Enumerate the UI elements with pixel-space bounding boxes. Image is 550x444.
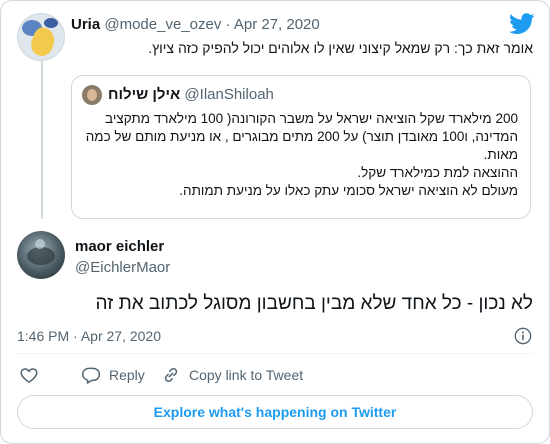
separator: ·: [73, 328, 78, 344]
reply-icon: [81, 367, 101, 385]
avatar[interactable]: [17, 231, 65, 279]
quoted-tweet[interactable]: אילן שילוח @IlanShiloah 200 מילארד שקל ה…: [71, 75, 531, 219]
quoted-line: ההוצאה למת כמילארד שקל.: [357, 165, 518, 180]
main-tweet-header: maor eichler @EichlerMaor: [17, 231, 533, 281]
quoted-line: מעולם לא הוציאה ישראל סכומי עתק כאלו על …: [179, 183, 518, 198]
main-tweet-text: לא נכון - כל אחד שלא מבין בחשבון מסוגל ל…: [95, 293, 533, 314]
author-handle[interactable]: @mode_ve_ozev: [104, 16, 221, 33]
link-icon: [164, 367, 178, 383]
copy-link-label[interactable]: Copy link to Tweet: [189, 367, 303, 383]
like-button[interactable]: [19, 365, 39, 385]
quoted-tweet-text: 200 מילארד שקל הוציאה ישראל על משבר הקור…: [84, 110, 518, 200]
tweet-date[interactable]: Apr 27, 2020: [234, 16, 320, 33]
tweet-embed-card: Uria @mode_ve_ozev · Apr 27, 2020 אומר ז…: [0, 0, 550, 444]
action-bar: Reply Copy link to Tweet: [17, 365, 533, 387]
tweet-time[interactable]: 1:46 PM: [17, 328, 69, 344]
author-name[interactable]: maor eichler: [75, 237, 164, 257]
info-icon[interactable]: [514, 327, 532, 345]
tweet-timestamp[interactable]: 1:46 PM · Apr 27, 2020: [17, 327, 161, 345]
divider: [17, 353, 533, 354]
heart-icon: [20, 368, 38, 383]
author-name[interactable]: Uria: [71, 16, 100, 33]
author-handle[interactable]: @EichlerMaor: [75, 258, 170, 278]
separator: ·: [225, 16, 231, 33]
quoted-avatar: [82, 85, 102, 105]
quoted-tweet-header: אילן שילוח @IlanShiloah: [108, 85, 274, 105]
parent-tweet-header: Uria @mode_ve_ozev · Apr 27, 2020: [71, 15, 320, 35]
copy-link-button[interactable]: Copy link to Tweet: [161, 365, 303, 385]
parent-tweet-text: אומר זאת כך: רק שמאל קיצוני שאין לו אלוה…: [148, 40, 533, 56]
quoted-author-name: אילן שילוח: [108, 86, 181, 103]
explore-button[interactable]: Explore what's happening on Twitter: [17, 395, 533, 429]
quoted-line: 200 מילארד שקל הוציאה ישראל על משבר הקור…: [85, 111, 518, 162]
quoted-author-handle: @IlanShiloah: [184, 86, 274, 103]
tweet-date[interactable]: Apr 27, 2020: [81, 328, 161, 344]
reply-button[interactable]: Reply: [81, 365, 145, 385]
avatar[interactable]: [17, 13, 65, 61]
reply-label[interactable]: Reply: [109, 367, 145, 383]
